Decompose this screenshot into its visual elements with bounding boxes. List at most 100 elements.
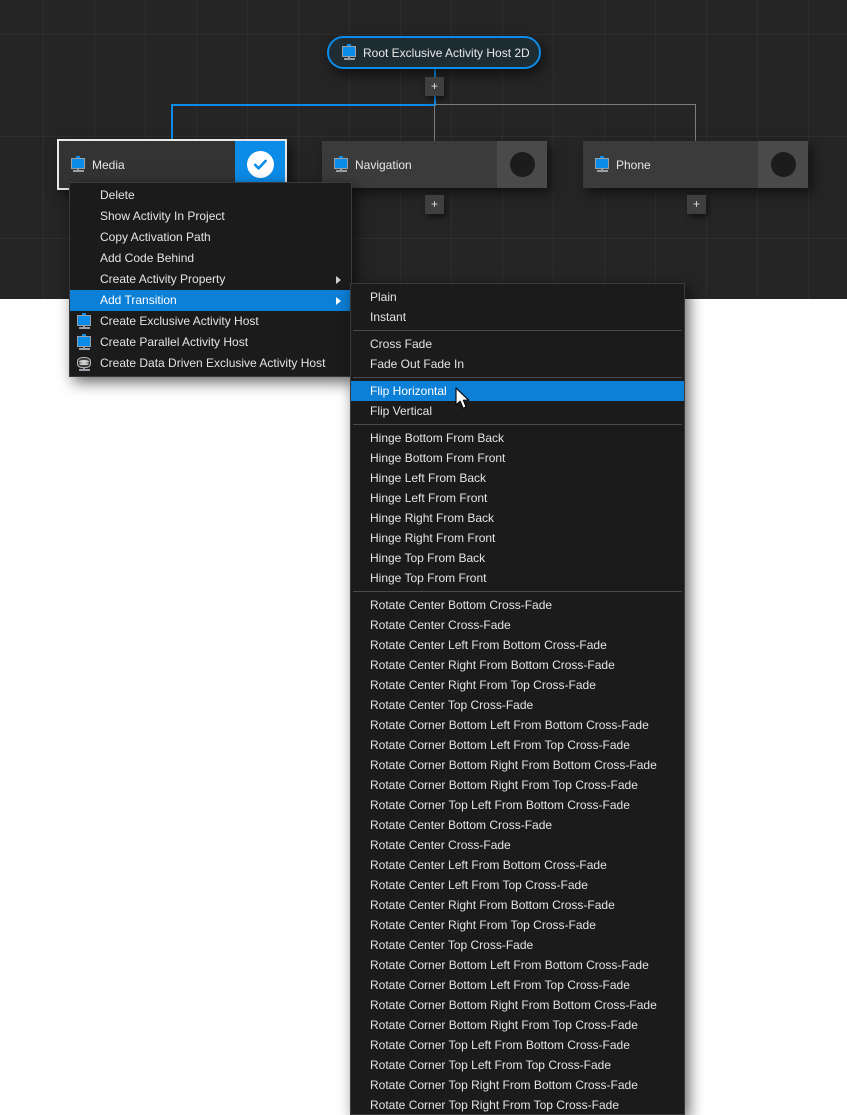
dot-badge-icon[interactable] (771, 152, 796, 177)
node-navigation[interactable]: Navigation (322, 141, 547, 188)
transition-menu-item[interactable]: Rotate Corner Bottom Right From Top Cros… (351, 775, 684, 795)
check-badge-icon[interactable] (247, 151, 274, 178)
transition-menu-item[interactable]: Rotate Center Cross-Fade (351, 835, 684, 855)
context-menu-item[interactable]: Create Activity Property (70, 269, 351, 290)
dot-badge-icon[interactable] (510, 152, 535, 177)
transition-menu-item[interactable]: Rotate Corner Top Right From Top Cross-F… (351, 1095, 684, 1115)
menu-separator (353, 424, 682, 425)
context-menu-item-label: Create Data Driven Exclusive Activity Ho… (100, 353, 325, 374)
transition-menu-item[interactable]: Hinge Right From Front (351, 528, 684, 548)
transition-menu-item-label: Rotate Center Cross-Fade (370, 835, 511, 855)
node-label: Phone (616, 158, 651, 172)
transition-menu-item[interactable]: Rotate Corner Top Left From Top Cross-Fa… (351, 1055, 684, 1075)
node-root-exclusive-activity-host-2d[interactable]: Root Exclusive Activity Host 2D (327, 36, 541, 69)
node-context-menu[interactable]: DeleteShow Activity In ProjectCopy Activ… (69, 182, 352, 377)
context-menu-item[interactable]: Create Exclusive Activity Host (70, 311, 351, 332)
transition-menu-item-label: Rotate Center Right From Top Cross-Fade (370, 675, 596, 695)
context-menu-item[interactable]: Copy Activation Path (70, 227, 351, 248)
transition-menu-item[interactable]: Hinge Bottom From Back (351, 428, 684, 448)
transition-menu-item[interactable]: Instant (351, 307, 684, 327)
add-node-button-phone[interactable]: + (687, 195, 706, 214)
transition-menu-item[interactable]: Rotate Center Bottom Cross-Fade (351, 815, 684, 835)
transition-menu-item[interactable]: Rotate Corner Bottom Right From Bottom C… (351, 995, 684, 1015)
context-menu-item[interactable]: Add Code Behind (70, 248, 351, 269)
transition-menu-item-label: Hinge Right From Front (370, 528, 495, 548)
menu-separator (353, 330, 682, 331)
transition-menu-item[interactable]: Rotate Corner Top Right From Bottom Cros… (351, 1075, 684, 1095)
transition-menu-item-label: Rotate Center Left From Bottom Cross-Fad… (370, 855, 607, 875)
connector-media-drop (171, 104, 173, 142)
transition-menu-item[interactable]: Hinge Left From Back (351, 468, 684, 488)
node-label: Navigation (355, 158, 412, 172)
transition-menu-item[interactable]: Hinge Right From Back (351, 508, 684, 528)
context-menu-item[interactable]: Create Parallel Activity Host (70, 332, 351, 353)
transition-menu-item[interactable]: Rotate Corner Bottom Left From Bottom Cr… (351, 715, 684, 735)
transition-menu-item[interactable]: Fade Out Fade In (351, 354, 684, 374)
transition-menu-item[interactable]: Rotate Center Right From Top Cross-Fade (351, 915, 684, 935)
node-media-label-zone[interactable]: Media (59, 141, 235, 188)
node-media-badge-zone[interactable] (235, 141, 285, 188)
monitor-icon (77, 335, 92, 350)
transition-menu-item[interactable]: Hinge Bottom From Front (351, 448, 684, 468)
transition-menu-item-label: Rotate Corner Bottom Right From Top Cros… (370, 1015, 638, 1035)
transition-menu-item[interactable]: Rotate Center Top Cross-Fade (351, 695, 684, 715)
transition-menu-item[interactable]: Rotate Center Bottom Cross-Fade (351, 595, 684, 615)
transition-menu-item-label: Rotate Corner Bottom Left From Bottom Cr… (370, 715, 649, 735)
transition-menu-item[interactable]: Rotate Center Left From Top Cross-Fade (351, 875, 684, 895)
transition-menu-item-label: Rotate Corner Bottom Left From Top Cross… (370, 975, 630, 995)
add-node-button-root[interactable]: + (425, 77, 444, 96)
transition-menu-item[interactable]: Rotate Center Right From Bottom Cross-Fa… (351, 895, 684, 915)
connector-bus-left (171, 104, 436, 106)
node-phone-badge-zone[interactable] (758, 141, 808, 188)
transition-menu-item[interactable]: Rotate Center Right From Top Cross-Fade (351, 675, 684, 695)
context-menu-item-label: Create Exclusive Activity Host (100, 311, 259, 332)
context-menu-item[interactable]: Add Transition (70, 290, 351, 311)
transition-menu-item-label: Rotate Center Top Cross-Fade (370, 695, 533, 715)
transition-menu-item[interactable]: Rotate Corner Bottom Left From Top Cross… (351, 975, 684, 995)
transition-menu-item[interactable]: Hinge Left From Front (351, 488, 684, 508)
node-label: Root Exclusive Activity Host 2D (363, 46, 530, 60)
transition-menu-item[interactable]: Rotate Center Left From Bottom Cross-Fad… (351, 635, 684, 655)
transition-menu-item[interactable]: Rotate Center Right From Bottom Cross-Fa… (351, 655, 684, 675)
transition-menu-item[interactable]: Flip Vertical (351, 401, 684, 421)
context-menu-item-label: Create Activity Property (100, 269, 225, 290)
transition-menu-item-label: Hinge Left From Back (370, 468, 486, 488)
connector-phone-drop (695, 104, 696, 142)
transition-menu-item-label: Rotate Center Right From Bottom Cross-Fa… (370, 895, 615, 915)
transition-menu-item-label: Rotate Center Left From Bottom Cross-Fad… (370, 635, 607, 655)
context-menu-item-label: Create Parallel Activity Host (100, 332, 248, 353)
transition-menu-item[interactable]: Rotate Center Left From Bottom Cross-Fad… (351, 855, 684, 875)
transition-menu-item[interactable]: Rotate Corner Bottom Left From Bottom Cr… (351, 955, 684, 975)
transition-menu-item-label: Hinge Top From Front (370, 568, 487, 588)
context-menu-item[interactable]: Delete (70, 185, 351, 206)
context-menu-item-label: Add Transition (100, 290, 177, 311)
transition-menu-item[interactable]: Hinge Top From Back (351, 548, 684, 568)
transition-menu-item[interactable]: Rotate Corner Bottom Right From Bottom C… (351, 755, 684, 775)
transition-menu-item[interactable]: Rotate Center Top Cross-Fade (351, 935, 684, 955)
add-node-button-navigation[interactable]: + (425, 195, 444, 214)
transition-menu-item[interactable]: Rotate Center Cross-Fade (351, 615, 684, 635)
transition-menu-item[interactable]: Plain (351, 287, 684, 307)
transition-menu-item-label: Hinge Left From Front (370, 488, 487, 508)
add-transition-submenu[interactable]: PlainInstant Cross FadeFade Out Fade In Fl… (350, 283, 685, 1115)
transition-menu-item[interactable]: Rotate Corner Top Left From Bottom Cross… (351, 795, 684, 815)
transition-menu-item-label: Hinge Right From Back (370, 508, 494, 528)
transition-menu-item[interactable]: Rotate Corner Bottom Right From Top Cros… (351, 1015, 684, 1035)
transition-menu-item[interactable]: Rotate Corner Top Left From Bottom Cross… (351, 1035, 684, 1055)
transition-menu-item[interactable]: Rotate Corner Bottom Left From Top Cross… (351, 735, 684, 755)
transition-menu-item-label: Rotate Corner Bottom Right From Bottom C… (370, 995, 657, 1015)
transition-menu-item[interactable]: Flip Horizontal (351, 381, 684, 401)
transition-menu-item-label: Rotate Corner Bottom Right From Top Cros… (370, 775, 638, 795)
transition-menu-item-label: Hinge Top From Back (370, 548, 485, 568)
monitor-icon (342, 45, 357, 60)
connector-navigation-drop (434, 104, 435, 142)
node-phone[interactable]: Phone (583, 141, 808, 188)
transition-menu-item[interactable]: Hinge Top From Front (351, 568, 684, 588)
context-menu-item[interactable]: Show Activity In Project (70, 206, 351, 227)
node-navigation-badge-zone[interactable] (497, 141, 547, 188)
transition-menu-item[interactable]: Cross Fade (351, 334, 684, 354)
transition-menu-item-label: Rotate Center Right From Top Cross-Fade (370, 915, 596, 935)
node-navigation-label-zone[interactable]: Navigation (322, 141, 497, 188)
node-phone-label-zone[interactable]: Phone (583, 141, 758, 188)
context-menu-item[interactable]: Create Data Driven Exclusive Activity Ho… (70, 353, 351, 374)
